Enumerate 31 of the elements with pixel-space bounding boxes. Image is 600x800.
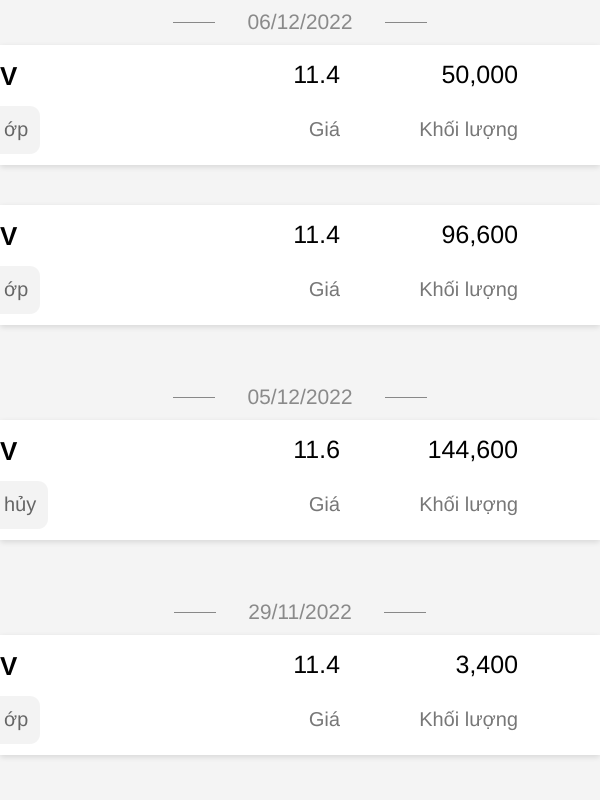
- date-label: 05/12/2022: [247, 384, 353, 411]
- volume-label: Khối lượng: [418, 278, 518, 303]
- status-badge: hủy: [0, 481, 48, 529]
- volume-label: Khối lượng: [418, 708, 518, 733]
- stock-code: V: [0, 60, 18, 92]
- price-label: Giá: [308, 708, 340, 733]
- stock-code: V: [0, 650, 18, 682]
- date-label: 29/11/2022: [248, 600, 352, 626]
- volume-label: Khối lượng: [418, 493, 518, 518]
- order-card[interactable]: V 11.4 50,000 ớp Giá Khối lượng: [0, 45, 600, 165]
- volume-label: Khối lượng: [418, 118, 518, 143]
- price-label: Giá: [308, 493, 340, 518]
- price-label: Giá: [308, 278, 340, 303]
- status-badge: ớp: [0, 106, 40, 154]
- order-card[interactable]: V 11.4 3,400 ớp Giá Khối lượng: [0, 635, 600, 755]
- order-card[interactable]: V 11.6 144,600 hủy Giá Khối lượng: [0, 420, 600, 540]
- stock-code: V: [0, 434, 18, 468]
- status-badge: ớp: [0, 696, 40, 744]
- volume-value: 50,000: [440, 60, 518, 92]
- stock-code: V: [0, 220, 18, 252]
- price-value: 11.4: [292, 60, 340, 92]
- price-label: Giá: [308, 118, 340, 143]
- price-value: 11.4: [292, 650, 340, 682]
- date-label: 06/12/2022: [247, 10, 353, 36]
- status-badge: ớp: [0, 266, 40, 314]
- volume-value: 96,600: [440, 220, 518, 252]
- volume-value: 3,400: [454, 650, 518, 682]
- price-value: 11.4: [292, 220, 340, 252]
- volume-value: 144,600: [426, 435, 518, 466]
- order-card[interactable]: V 11.4 96,600 ớp Giá Khối lượng: [0, 205, 600, 325]
- price-value: 11.6: [292, 435, 340, 466]
